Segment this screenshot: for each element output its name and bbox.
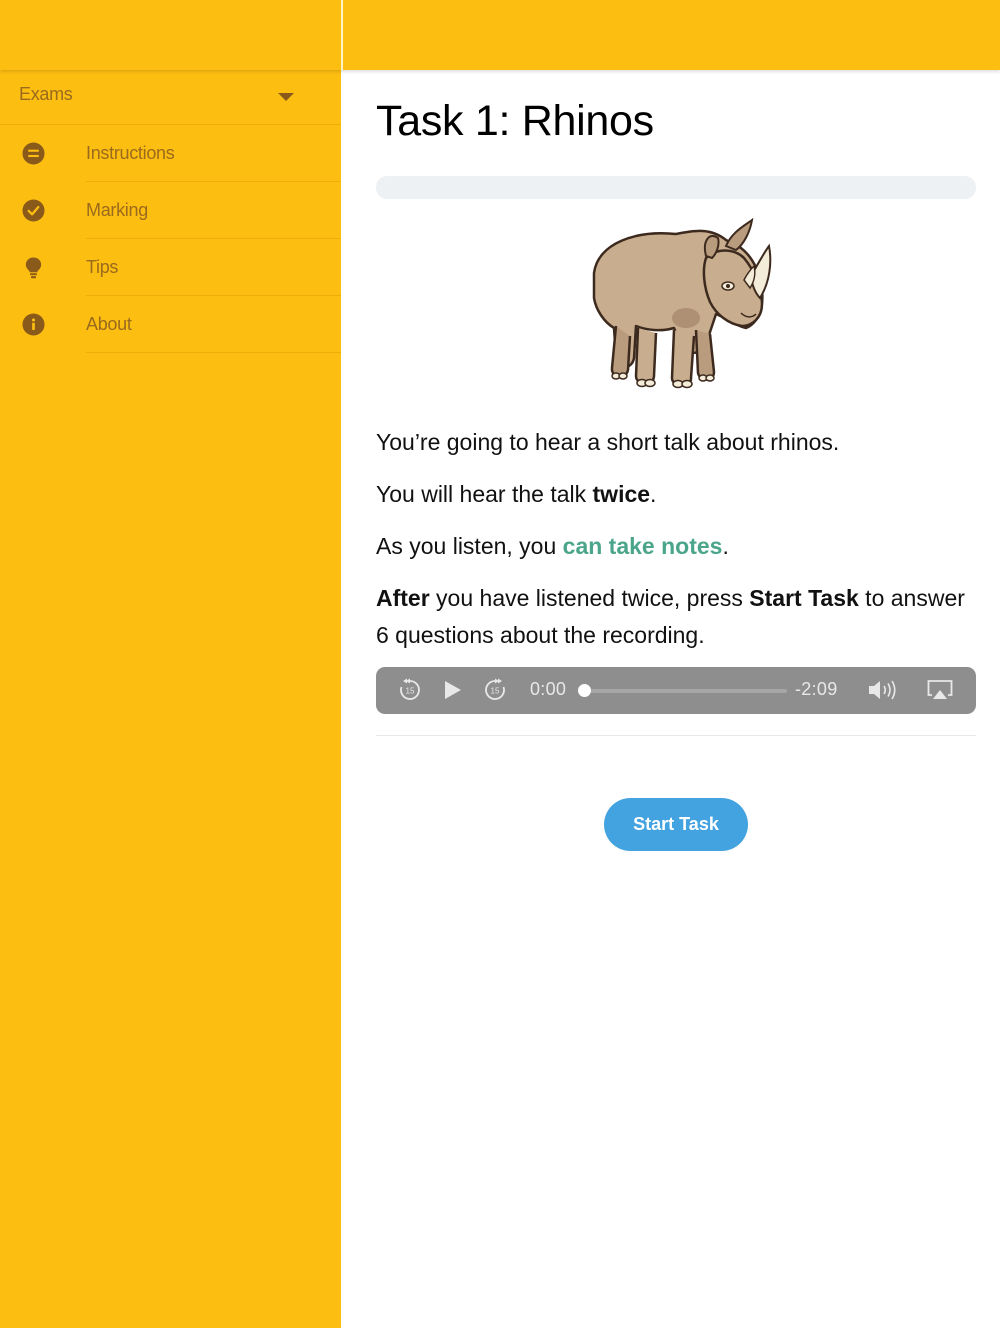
skip-forward-15-icon[interactable]: 15 [483,678,507,702]
emphasis-after: After [376,585,430,611]
start-task-button[interactable]: Start Task [604,798,748,851]
intro-text: You’re going to hear a short talk about … [376,429,840,455]
top-bar [0,0,1000,70]
skip-forward-label: 15 [491,687,500,696]
info-icon [22,313,45,336]
page-title: Task 1: Rhinos [376,97,654,145]
lightbulb-icon [25,257,42,279]
sidebar-item-label: About [86,314,132,334]
sidebar: Exams Instructions Marking Tips About [0,70,341,1328]
elapsed-time: 0:00 [530,679,567,699]
audio-player: 15 15 0:00 -2:09 [376,667,976,714]
text-part: you have listened twice, press [429,585,750,611]
text-part: . [722,533,729,559]
list-icon [22,142,45,165]
exams-dropdown[interactable]: Exams [0,70,341,125]
emphasis-start-task: Start Task [749,585,859,611]
volume-icon[interactable] [868,679,902,701]
rhino-illustration [592,218,772,389]
sidebar-item-instructions[interactable]: Instructions [0,125,341,182]
content-divider [376,735,976,736]
skip-back-15-icon[interactable]: 15 [398,678,422,702]
sidebar-item-marking[interactable]: Marking [0,182,341,239]
exams-dropdown-label: Exams [19,84,73,104]
top-bar-divider [341,0,343,70]
caret-down-icon [278,93,294,101]
text-part: As you listen, you [376,533,563,559]
skip-back-label: 15 [406,687,415,696]
audio-scrubber-track[interactable] [581,689,787,693]
sidebar-item-label: Instructions [86,143,175,163]
listen-twice-text: You will hear the talk twice. [376,476,976,513]
after-listening-text: After you have listened twice, press Sta… [376,580,976,654]
sidebar-item-about[interactable]: About [0,296,341,353]
bottom-strip [0,1328,1000,1334]
play-icon[interactable] [443,680,463,700]
remaining-time: -2:09 [795,679,838,699]
notes-text: As you listen, you can take notes. [376,528,976,565]
text-part: You will hear the talk [376,481,593,507]
highlight-take-notes: can take notes [562,533,723,559]
sidebar-item-label: Tips [86,257,119,277]
check-circle-icon [22,199,45,222]
airplay-icon[interactable] [927,679,953,701]
text-part: . [650,481,657,507]
task-progress-bar [376,176,976,199]
item-divider [86,352,341,353]
audio-scrubber-knob[interactable] [578,684,591,697]
sidebar-item-label: Marking [86,200,148,220]
emphasis-twice: twice [592,481,651,507]
sidebar-item-tips[interactable]: Tips [0,239,341,296]
